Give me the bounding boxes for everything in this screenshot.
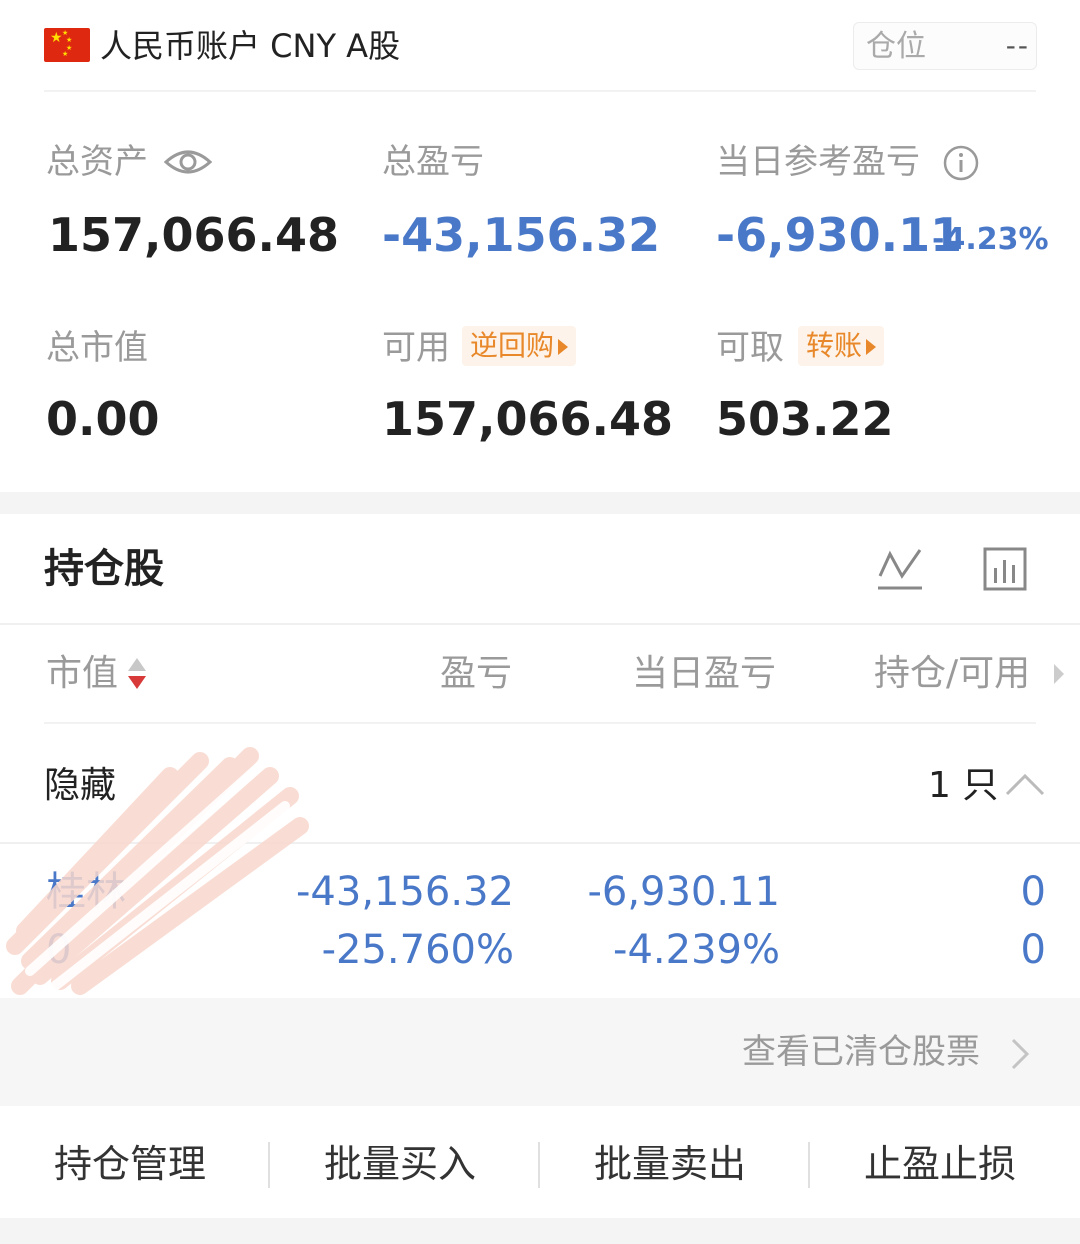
chevron-right-icon[interactable]	[1008, 1036, 1032, 1072]
divider	[44, 722, 1036, 724]
china-flag-icon: ★ ★ ★ ★ ★	[44, 28, 90, 62]
position-value: --	[1005, 29, 1030, 62]
section-separator	[0, 492, 1080, 514]
holdings-title: 持仓股	[44, 546, 164, 592]
chevron-up-icon[interactable]	[1004, 770, 1046, 798]
bottom-strip	[0, 1218, 1080, 1244]
withdrawable-value: 503.22	[716, 392, 894, 446]
divider	[0, 623, 1080, 625]
play-arrow-icon	[866, 339, 877, 355]
line-chart-icon[interactable]	[876, 546, 924, 592]
withdrawable-label: 可取	[716, 328, 784, 368]
position-management-button[interactable]: 持仓管理	[54, 1140, 206, 1188]
stock-position: 0	[1020, 869, 1046, 915]
divider	[268, 1142, 270, 1188]
reverse-repo-button[interactable]: 逆回购	[462, 326, 577, 366]
total-pnl-label: 总盈亏	[382, 142, 484, 182]
divider	[44, 90, 1036, 92]
daily-pnl-value: -6,930.11	[716, 208, 963, 262]
batch-sell-button[interactable]: 批量卖出	[594, 1140, 746, 1188]
transfer-button[interactable]: 转账	[798, 326, 885, 366]
total-assets-label: 总资产	[46, 142, 148, 182]
divider	[538, 1142, 540, 1188]
column-header-market-value[interactable]: 市值	[46, 652, 118, 696]
stop-profit-loss-button[interactable]: 止盈止损	[864, 1140, 1016, 1188]
stock-pnl: -43,156.32	[295, 869, 514, 915]
column-header-daily-pnl: 当日盈亏	[632, 653, 777, 694]
daily-pnl-percent: -4.23%	[932, 222, 1049, 257]
play-arrow-icon	[558, 339, 569, 355]
available-label: 可用	[382, 328, 450, 368]
column-header-pnl: 盈亏	[440, 653, 513, 694]
total-assets-value: 157,066.48	[48, 208, 340, 262]
column-header-position: 持仓/可用	[874, 653, 1031, 694]
divider	[808, 1142, 810, 1188]
eye-icon[interactable]	[164, 146, 212, 178]
sort-icon[interactable]	[126, 656, 148, 692]
table-row[interactable]: 桂林 0 -43,156.32 -25.760% -6,930.11 -4.23…	[0, 747, 1080, 996]
transfer-label: 转账	[806, 329, 863, 362]
stock-pnl-percent: -25.760%	[321, 927, 514, 973]
stock-available: 0	[1020, 927, 1046, 973]
market-value: 0.00	[46, 392, 160, 446]
stock-daily-pnl-percent: -4.239%	[613, 927, 780, 973]
market-value-label: 总市值	[46, 328, 148, 368]
position-selector[interactable]: 仓位 --	[853, 22, 1037, 70]
hidden-count: 1 只	[928, 765, 999, 806]
bar-chart-icon[interactable]	[982, 546, 1028, 592]
total-pnl-value: -43,156.32	[382, 208, 661, 262]
stock-daily-pnl: -6,930.11	[587, 869, 780, 915]
cleared-stocks-link[interactable]: 查看已清仓股票	[742, 1030, 980, 1074]
account-title[interactable]: 人民币账户 CNY A股	[100, 26, 400, 66]
position-label: 仓位	[866, 29, 926, 64]
redaction-scribble	[6, 747, 309, 995]
info-icon[interactable]	[942, 144, 980, 182]
available-value: 157,066.48	[382, 392, 674, 446]
daily-pnl-label: 当日参考盈亏	[716, 142, 920, 182]
batch-buy-button[interactable]: 批量买入	[324, 1140, 476, 1188]
reverse-repo-label: 逆回购	[470, 329, 555, 362]
caret-right-icon[interactable]	[1052, 662, 1066, 686]
